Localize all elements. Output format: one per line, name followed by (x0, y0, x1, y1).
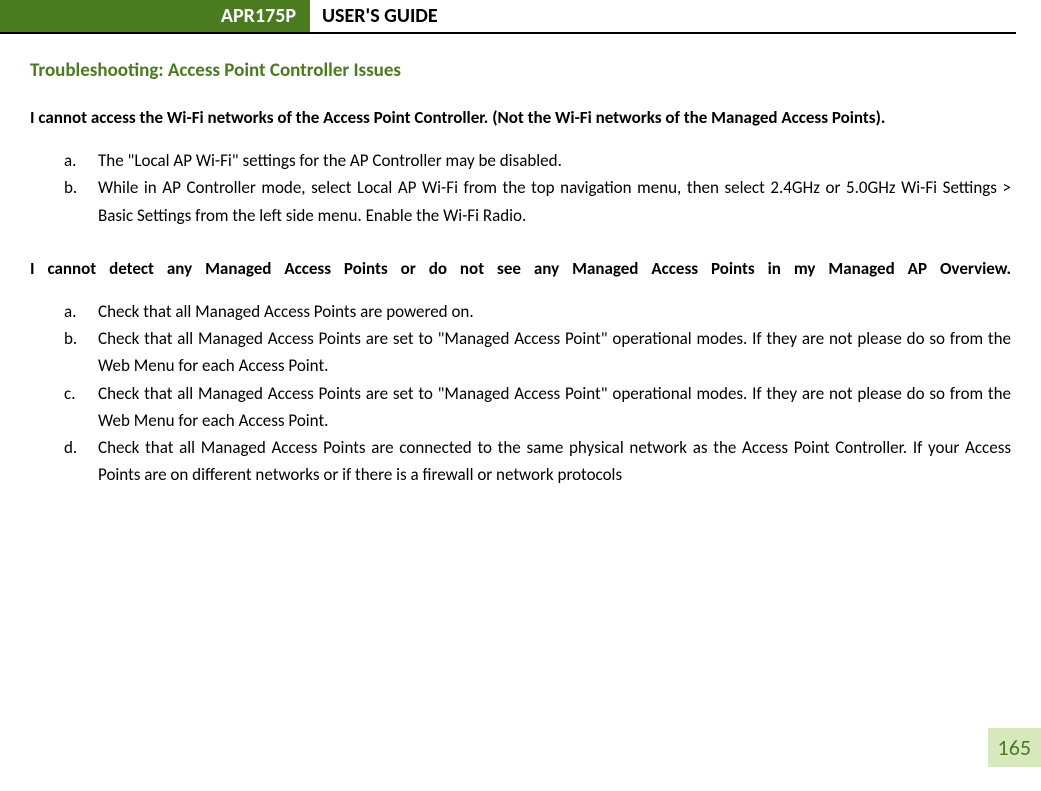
list-item: b. While in AP Controller mode, select L… (64, 174, 1011, 228)
list-marker: c. (64, 380, 75, 407)
list-marker: d. (64, 434, 77, 461)
list-text: While in AP Controller mode, select Loca… (98, 177, 1011, 225)
list-marker: b. (64, 174, 77, 201)
list-marker: b. (64, 325, 77, 352)
issue-list-1: a. The "Local AP Wi-Fi" settings for the… (30, 147, 1011, 229)
page-content: Troubleshooting: Access Point Controller… (0, 34, 1041, 488)
list-item: c. Check that all Managed Access Points … (64, 380, 1011, 434)
list-item: a. Check that all Managed Access Points … (64, 298, 1011, 325)
list-item: d. Check that all Managed Access Points … (64, 434, 1011, 488)
page-number: 165 (988, 728, 1041, 767)
list-item: b. Check that all Managed Access Points … (64, 325, 1011, 379)
list-text: Check that all Managed Access Points are… (98, 301, 474, 322)
issue-title-1: I cannot access the Wi-Fi networks of th… (30, 104, 1011, 131)
list-marker: a. (64, 298, 76, 325)
issue-title-2: I cannot detect any Managed Access Point… (30, 255, 1011, 282)
header-tab: APR175P (0, 0, 310, 32)
list-text: The "Local AP Wi-Fi" settings for the AP… (98, 150, 562, 171)
section-heading: Troubleshooting: Access Point Controller… (30, 59, 1011, 82)
list-text: Check that all Managed Access Points are… (98, 328, 1011, 376)
list-text: Check that all Managed Access Points are… (98, 437, 1011, 485)
list-marker: a. (64, 147, 76, 174)
list-text: Check that all Managed Access Points are… (98, 383, 1011, 431)
header-bar: APR175P USER'S GUIDE (0, 0, 1016, 34)
list-item: a. The "Local AP Wi-Fi" settings for the… (64, 147, 1011, 174)
issue-list-2: a. Check that all Managed Access Points … (30, 298, 1011, 488)
header-title: USER'S GUIDE (310, 4, 438, 28)
